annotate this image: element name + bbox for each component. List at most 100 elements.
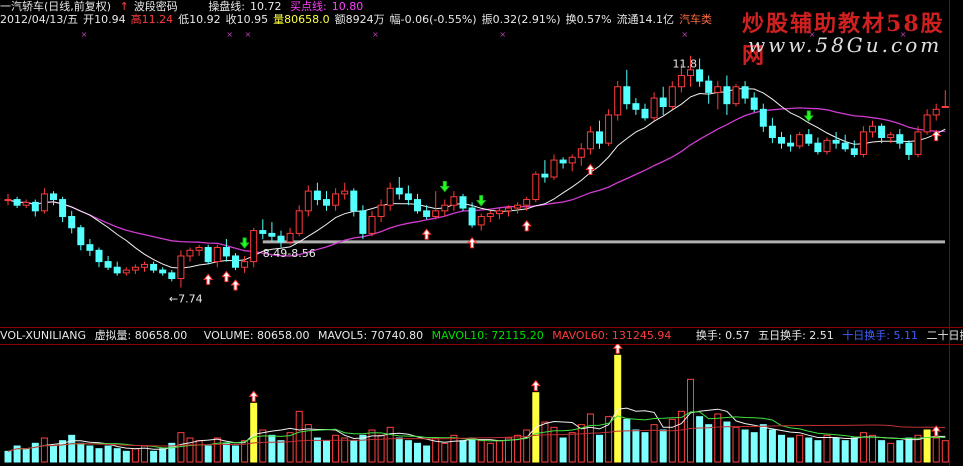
candle (268, 222, 276, 242)
top-marker: × (809, 30, 816, 39)
candle-body (632, 103, 640, 110)
candle-body (659, 97, 667, 108)
volume-bar (486, 442, 494, 463)
range-label: 8.49-8.56 (263, 247, 316, 260)
volume-bar (323, 440, 330, 463)
candle-body (259, 230, 267, 234)
volume-bar (332, 434, 340, 463)
volume-bar (723, 421, 731, 463)
candle (623, 69, 631, 110)
candle-body (550, 159, 558, 178)
volume-bar (113, 448, 121, 463)
candle-body (677, 74, 685, 88)
candle (759, 103, 767, 132)
candle-body (68, 215, 76, 229)
volume-bar (878, 440, 886, 463)
candle-body (350, 190, 358, 212)
candle (222, 239, 230, 262)
volume-bar (459, 440, 467, 463)
volume-arrow-icon (612, 344, 623, 354)
candle-body (896, 134, 904, 144)
volume-bar (395, 437, 403, 463)
candle (668, 81, 676, 110)
candle (778, 131, 785, 149)
pivot-value: 10.72 (250, 0, 282, 13)
sell-arrow-icon (803, 110, 814, 122)
quote-amount: 额8924万 (334, 13, 385, 26)
candle (186, 247, 194, 262)
candle-body (168, 272, 176, 280)
candle-body (250, 230, 258, 263)
candle-body (505, 207, 512, 212)
vol-turnover10: 十日换手: 5.11 (842, 329, 919, 342)
up-arrow-icon: ↑ (119, 0, 129, 13)
volume-bar (668, 418, 676, 463)
buy-value: 10.80 (331, 0, 364, 13)
candle-body (59, 199, 67, 217)
quote-high: 高11.24 (130, 13, 174, 26)
candle (177, 250, 185, 288)
volume-bar (468, 437, 476, 463)
candle-body (696, 69, 704, 82)
candle-body (222, 247, 230, 257)
candle-body (204, 247, 212, 263)
candle (113, 261, 121, 276)
volume-bar (586, 413, 594, 463)
candle (404, 185, 412, 206)
candle-body (414, 199, 421, 212)
candle-body (113, 266, 121, 274)
candle (750, 92, 758, 113)
volume-bar (495, 440, 503, 463)
sector-link[interactable]: 汽车类 (679, 13, 712, 27)
candle (13, 196, 21, 209)
top-marker: × (81, 30, 88, 39)
candle (141, 261, 148, 272)
candle (768, 117, 776, 144)
volume-bar (632, 429, 640, 463)
volume-bar (177, 432, 185, 463)
candle-body (377, 204, 385, 217)
mavol5-line (7, 407, 946, 452)
candle-body (86, 244, 94, 251)
buy-arrow-icon (421, 228, 432, 240)
candle (131, 264, 139, 275)
candle (104, 255, 112, 271)
volume-bar (423, 445, 431, 463)
volume-bar (714, 413, 722, 463)
candle (122, 267, 130, 276)
volume-bar (541, 421, 549, 463)
right-border (949, 0, 950, 466)
candle (259, 219, 267, 240)
candle (923, 109, 931, 135)
candle-body (31, 201, 39, 212)
candle-body (22, 201, 30, 206)
volume-bar (768, 429, 776, 463)
price-chart[interactable]: 11.8 ←7.74 8.49-8.56 × × × × × × × × (0, 28, 950, 326)
sell-arrow-icon (439, 181, 450, 193)
candle (213, 244, 221, 268)
volume-bar (95, 448, 103, 463)
volume-bar (659, 429, 667, 463)
mavol60-line (7, 424, 946, 452)
candle (741, 81, 749, 104)
volume-bar (696, 416, 704, 463)
candle (814, 137, 822, 155)
sell-arrow-icon (476, 195, 487, 207)
candle (568, 154, 576, 172)
volume-bar (787, 437, 795, 463)
volume-bar (577, 424, 585, 463)
candle (323, 191, 330, 211)
volume-chart[interactable] (0, 344, 950, 466)
candle (377, 199, 385, 223)
volume-bar (732, 426, 740, 463)
candle-body (495, 210, 503, 215)
volume-bar (277, 440, 285, 463)
candle-body (368, 215, 376, 234)
candle (59, 196, 67, 223)
top-marker: × (900, 30, 907, 39)
candle-body (304, 190, 312, 212)
candle (304, 185, 312, 217)
candle-body (477, 215, 485, 226)
candle (459, 193, 467, 211)
volume-bar (77, 442, 85, 463)
